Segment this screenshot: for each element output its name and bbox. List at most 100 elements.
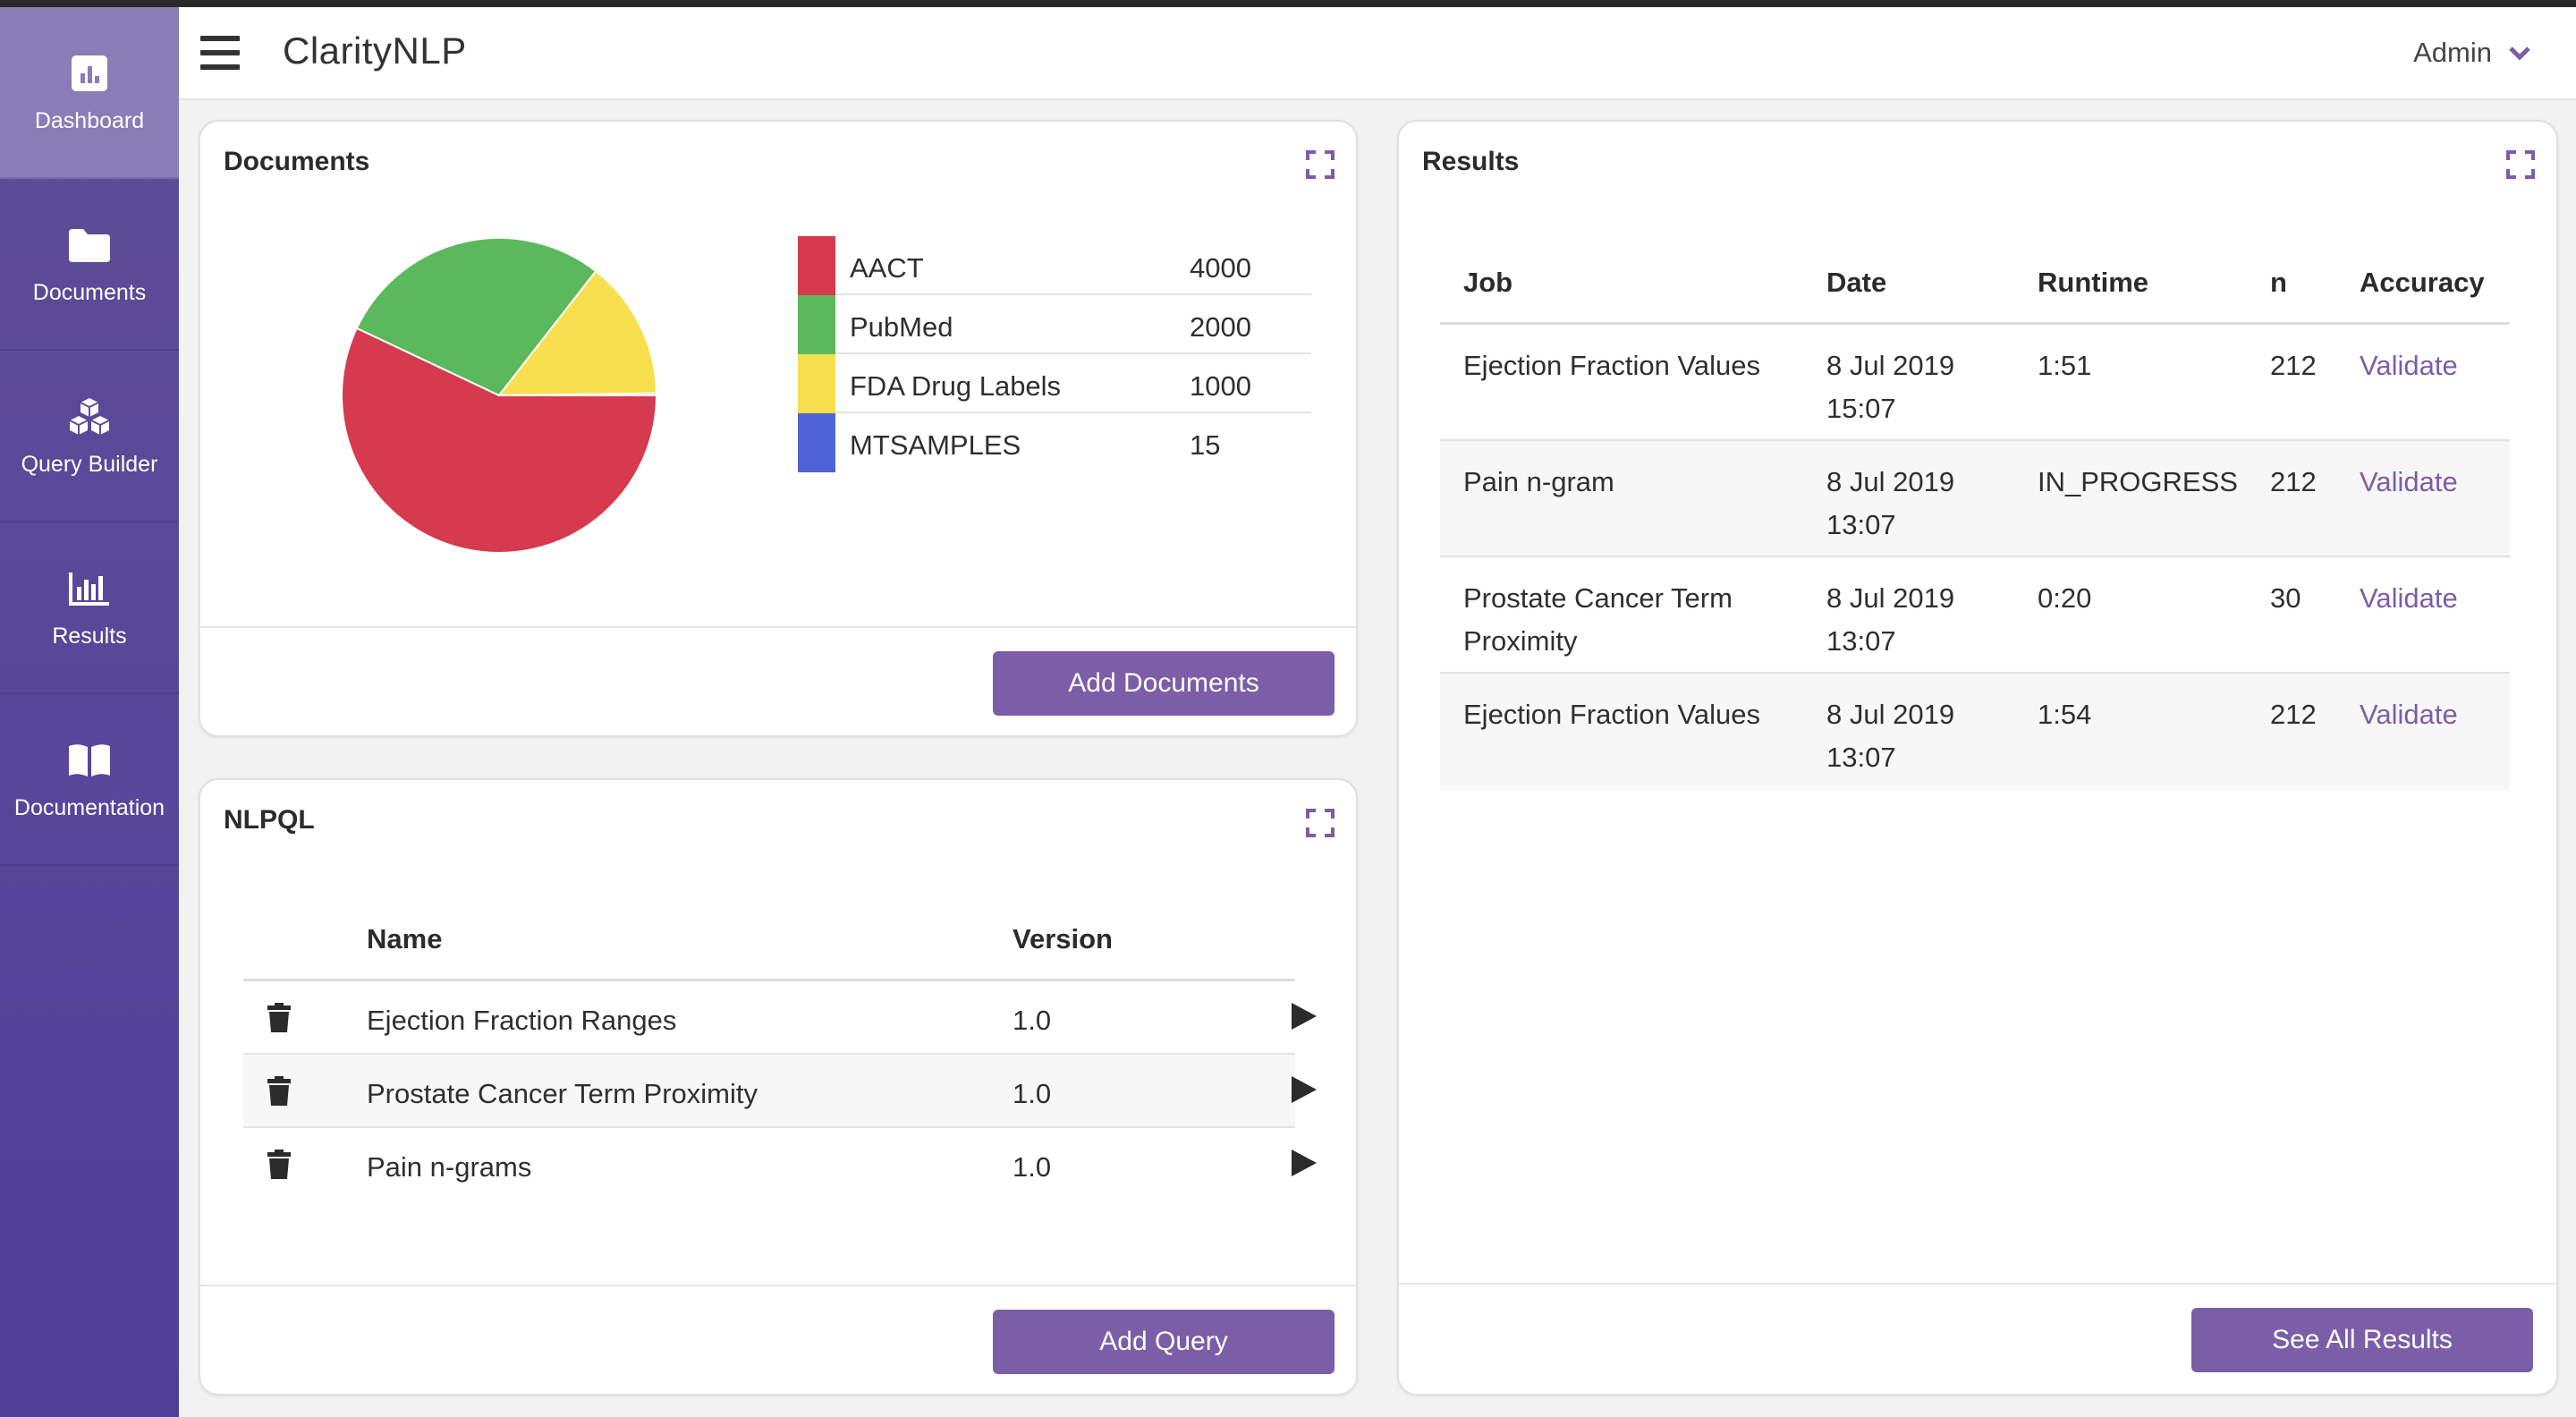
query-name: Pain n-grams bbox=[367, 1151, 532, 1183]
top-header: ClarityNLP Admin bbox=[179, 7, 2576, 100]
nlpql-header-name: Name bbox=[367, 923, 443, 955]
legend-name: FDA Drug Labels bbox=[850, 370, 1062, 402]
expand-icon[interactable] bbox=[2506, 150, 2535, 179]
hamburger-menu-icon[interactable] bbox=[200, 36, 240, 70]
results-header-date: Date bbox=[1826, 267, 1887, 298]
play-icon[interactable] bbox=[1288, 1001, 1318, 1031]
legend-row-aact: AACT 4000 bbox=[798, 236, 1311, 295]
nlpql-card-title: NLPQL bbox=[224, 805, 315, 835]
folder-icon bbox=[67, 223, 112, 267]
job-name-line2: Proximity bbox=[1463, 625, 1578, 657]
query-version: 1.0 bbox=[1013, 1078, 1052, 1109]
validate-link[interactable]: Validate bbox=[2360, 466, 2458, 497]
job-n: 212 bbox=[2270, 699, 2317, 730]
play-icon[interactable] bbox=[1288, 1148, 1318, 1178]
legend-value: 1000 bbox=[1190, 370, 1251, 402]
results-header-runtime: Runtime bbox=[2038, 267, 2148, 298]
card-divider bbox=[1399, 1283, 2556, 1285]
job-date: 8 Jul 2019 bbox=[1826, 699, 1955, 730]
table-row: Ejection Fraction Ranges 1.0 bbox=[243, 981, 1317, 1055]
nlpql-card: NLPQL Name Version Ejection Fraction Ran… bbox=[199, 778, 1358, 1396]
results-header-n: n bbox=[2270, 267, 2287, 298]
job-runtime: 0:20 bbox=[2038, 582, 2092, 614]
sidebar-item-results[interactable]: Results bbox=[0, 522, 179, 694]
add-documents-button[interactable]: Add Documents bbox=[993, 651, 1335, 716]
results-header-job: Job bbox=[1463, 267, 1513, 298]
job-time: 13:07 bbox=[1826, 509, 1896, 540]
sidebar-item-label: Documentation bbox=[13, 794, 165, 820]
job-name: Ejection Fraction Values bbox=[1463, 350, 1760, 381]
legend-value: 15 bbox=[1190, 429, 1221, 461]
chevron-down-icon bbox=[2508, 37, 2531, 69]
job-time: 13:07 bbox=[1826, 625, 1896, 657]
expand-icon[interactable] bbox=[1306, 809, 1335, 837]
legend-row-mtsamples: MTSAMPLES 15 bbox=[798, 413, 1311, 472]
expand-icon[interactable] bbox=[1306, 150, 1335, 179]
legend-swatch bbox=[798, 413, 835, 472]
job-name: Prostate Cancer Term bbox=[1463, 582, 1733, 614]
window-top-strip bbox=[0, 0, 2576, 7]
sidebar: Dashboard Documents Query Builder Result… bbox=[0, 7, 179, 1417]
validate-link[interactable]: Validate bbox=[2360, 582, 2458, 614]
card-divider bbox=[200, 1285, 1356, 1286]
sidebar-item-dashboard[interactable]: Dashboard bbox=[0, 7, 179, 179]
documents-pie-chart bbox=[341, 237, 658, 554]
sidebar-item-label: Query Builder bbox=[21, 451, 158, 477]
job-n: 30 bbox=[2270, 582, 2301, 614]
legend-swatch bbox=[798, 354, 835, 413]
sidebar-item-query-builder[interactable]: Query Builder bbox=[0, 351, 179, 522]
documents-card: Documents AACT 4000 PubMed 2000 FDA Drug… bbox=[199, 120, 1358, 737]
legend-name: AACT bbox=[850, 252, 924, 284]
legend-name: MTSAMPLES bbox=[850, 429, 1021, 461]
legend-value: 2000 bbox=[1190, 311, 1251, 343]
job-name: Pain n-gram bbox=[1463, 466, 1614, 497]
nlpql-table: Ejection Fraction Ranges 1.0 Prostate Ca… bbox=[243, 979, 1317, 1201]
legend-swatch bbox=[798, 236, 835, 295]
add-query-button[interactable]: Add Query bbox=[993, 1310, 1335, 1374]
table-row: Prostate Cancer Term Proximity 8 Jul 2019… bbox=[1440, 557, 2510, 674]
job-runtime: 1:51 bbox=[2038, 350, 2092, 381]
documents-card-title: Documents bbox=[224, 147, 370, 176]
legend-value: 4000 bbox=[1190, 252, 1251, 284]
job-runtime: 1:54 bbox=[2038, 699, 2092, 730]
legend-swatch bbox=[798, 295, 835, 354]
user-menu[interactable]: Admin bbox=[2413, 37, 2531, 69]
job-n: 212 bbox=[2270, 466, 2317, 497]
table-row: Pain n-gram 8 Jul 2019 13:07 IN_PROGRESS … bbox=[1440, 441, 2510, 557]
trash-icon[interactable] bbox=[267, 1003, 292, 1033]
job-n: 212 bbox=[2270, 350, 2317, 381]
trash-icon[interactable] bbox=[267, 1076, 292, 1107]
sidebar-item-documentation[interactable]: Documentation bbox=[0, 694, 179, 866]
job-date: 8 Jul 2019 bbox=[1826, 350, 1955, 381]
job-time: 15:07 bbox=[1826, 393, 1896, 424]
job-date: 8 Jul 2019 bbox=[1826, 466, 1955, 497]
results-table: Ejection Fraction Values 8 Jul 2019 15:07… bbox=[1440, 322, 2510, 790]
query-name: Ejection Fraction Ranges bbox=[367, 1005, 677, 1036]
app-title: ClarityNLP bbox=[283, 30, 467, 72]
sidebar-item-label: Results bbox=[52, 623, 127, 649]
job-name: Ejection Fraction Values bbox=[1463, 699, 1760, 730]
see-all-results-button[interactable]: See All Results bbox=[2191, 1308, 2533, 1372]
table-row: Prostate Cancer Term Proximity 1.0 bbox=[243, 1055, 1317, 1128]
results-header-accuracy: Accuracy bbox=[2360, 267, 2485, 298]
job-date: 8 Jul 2019 bbox=[1826, 582, 1955, 614]
table-row: Ejection Fraction Values 8 Jul 2019 13:07… bbox=[1440, 674, 2510, 790]
legend-row-fda-drug-labels: FDA Drug Labels 1000 bbox=[798, 354, 1311, 413]
job-runtime: IN_PROGRESS bbox=[2038, 466, 2238, 497]
card-divider bbox=[200, 626, 1356, 628]
trash-icon[interactable] bbox=[267, 1150, 292, 1180]
query-name: Prostate Cancer Term Proximity bbox=[367, 1078, 758, 1109]
book-icon bbox=[67, 738, 112, 783]
legend-name: PubMed bbox=[850, 311, 953, 343]
sidebar-item-documents[interactable]: Documents bbox=[0, 179, 179, 351]
validate-link[interactable]: Validate bbox=[2360, 350, 2458, 381]
table-row: Ejection Fraction Values 8 Jul 2019 15:07… bbox=[1440, 325, 2510, 441]
results-card-title: Results bbox=[1422, 147, 1520, 176]
sidebar-item-label: Dashboard bbox=[34, 107, 145, 133]
query-version: 1.0 bbox=[1013, 1151, 1052, 1183]
sidebar-item-label: Documents bbox=[32, 279, 147, 305]
play-icon[interactable] bbox=[1288, 1074, 1318, 1105]
user-name: Admin bbox=[2413, 37, 2492, 68]
validate-link[interactable]: Validate bbox=[2360, 699, 2458, 730]
results-card: Results Job Date Runtime n Accuracy Ejec… bbox=[1397, 120, 2558, 1396]
